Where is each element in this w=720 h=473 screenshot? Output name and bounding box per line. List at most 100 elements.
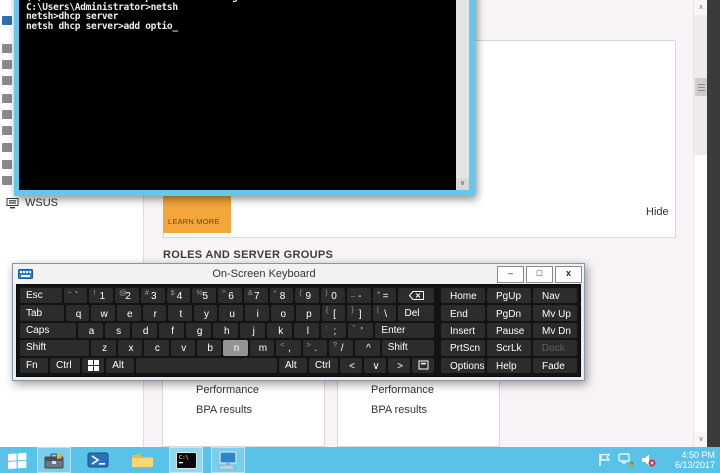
key-g[interactable]: g (186, 323, 211, 338)
key-[[interactable]: {[ (322, 305, 346, 320)
hide-link[interactable]: Hide (646, 206, 669, 218)
key-b[interactable]: b (197, 340, 221, 355)
scroll-down-icon[interactable]: ∨ (694, 432, 708, 447)
key-8[interactable]: *8 (270, 288, 294, 303)
volume-muted-icon[interactable] (641, 453, 656, 467)
sidebar-icon-sliver[interactable] (2, 110, 12, 119)
key-v[interactable]: v (171, 340, 195, 355)
network-warning-icon[interactable] (618, 453, 634, 467)
key-/[interactable]: ?/ (329, 340, 353, 355)
key-z[interactable]: z (91, 340, 115, 355)
key-Dock[interactable]: Dock (533, 340, 577, 355)
key-Alt[interactable]: Alt (279, 358, 307, 373)
command-prompt-window[interactable]: (c) 2013 Microsoft Corporation. All righ… (14, 0, 475, 196)
key-Mv Up[interactable]: Mv Up (533, 305, 577, 320)
key-u[interactable]: u (219, 305, 243, 320)
key-5[interactable]: %5 (192, 288, 216, 303)
start-button[interactable] (0, 447, 34, 473)
key-Nav[interactable]: Nav (533, 288, 577, 303)
key-i[interactable]: i (245, 305, 269, 320)
minimize-button[interactable]: – (497, 266, 524, 283)
card-row-performance[interactable]: Performance (196, 384, 259, 396)
server-manager-taskbar-icon[interactable] (37, 447, 71, 473)
key-,[interactable]: <, (276, 340, 300, 355)
key-r[interactable]: r (143, 305, 167, 320)
key-0[interactable]: )0 (321, 288, 345, 303)
key-Tab[interactable]: Tab (20, 305, 64, 320)
key-ScrLk[interactable]: ScrLk (487, 340, 531, 355)
key-t[interactable]: t (168, 305, 192, 320)
close-button[interactable]: x (555, 266, 582, 283)
key-PgDn[interactable]: PgDn (487, 305, 531, 320)
on-screen-keyboard-taskbar-icon[interactable] (211, 447, 245, 473)
server-manager-scrollbar[interactable]: ∧ ∨ (693, 0, 707, 447)
key-q[interactable]: q (66, 305, 90, 320)
key-=[interactable]: += (373, 288, 397, 303)
key-left-arrow[interactable]: < (340, 358, 362, 373)
key-Shift[interactable]: Shift (20, 340, 89, 355)
on-screen-keyboard-window[interactable]: On-Screen Keyboard – □ x Esc~`!1@2#3$4%5… (12, 263, 585, 381)
key-Mv Dn[interactable]: Mv Dn (533, 323, 577, 338)
powershell-taskbar-icon[interactable] (81, 447, 115, 473)
key-d[interactable]: d (132, 323, 157, 338)
key-Ctrl[interactable]: Ctrl (50, 358, 80, 373)
key-7[interactable]: &7 (244, 288, 268, 303)
key-Enter[interactable]: Enter (375, 323, 434, 338)
sidebar-icon-sliver[interactable] (2, 176, 12, 185)
key-Fn[interactable]: Fn (20, 358, 48, 373)
sidebar-icon-sliver[interactable] (2, 160, 12, 169)
key-up-arrow[interactable]: ^ (355, 340, 379, 355)
scroll-up-icon[interactable]: ∧ (694, 0, 708, 15)
key-space[interactable] (136, 358, 277, 373)
key--[interactable]: _- (347, 288, 371, 303)
key-9[interactable]: (9 (295, 288, 319, 303)
key-Alt[interactable]: Alt (106, 358, 134, 373)
key-`[interactable]: ~` (64, 288, 88, 303)
key-j[interactable]: j (240, 323, 265, 338)
sidebar-icon-sliver[interactable] (2, 44, 12, 53)
key-][interactable]: }] (347, 305, 371, 320)
sidebar-icon-sliver[interactable] (2, 60, 12, 69)
key-a[interactable]: a (78, 323, 103, 338)
key-Pause[interactable]: Pause (487, 323, 531, 338)
key-Help[interactable]: Help (487, 358, 531, 373)
key-End[interactable]: End (441, 305, 485, 320)
key-right-arrow[interactable]: > (388, 358, 410, 373)
sidebar-icon-sliver[interactable] (2, 16, 12, 25)
terminal-scroll-down-icon[interactable]: ∨ (456, 178, 469, 190)
key-f[interactable]: f (159, 323, 184, 338)
maximize-button[interactable]: □ (526, 266, 553, 283)
key-Shift[interactable]: Shift (382, 340, 434, 355)
key-backspace[interactable] (398, 288, 434, 303)
key-p[interactable]: p (296, 305, 320, 320)
key-o[interactable]: o (271, 305, 295, 320)
card-row-bpa-results[interactable]: BPA results (196, 404, 252, 416)
key-h[interactable]: h (213, 323, 238, 338)
key-Caps[interactable]: Caps (20, 323, 76, 338)
key-m[interactable]: m (250, 340, 274, 355)
key-2[interactable]: @2 (115, 288, 139, 303)
sidebar-icon-sliver[interactable] (2, 76, 12, 85)
key-Fade[interactable]: Fade (533, 358, 577, 373)
key-1[interactable]: !1 (89, 288, 113, 303)
key-Esc[interactable]: Esc (20, 288, 62, 303)
taskbar-clock[interactable]: 4:50 PM 6/13/2017 (663, 450, 715, 470)
key-n[interactable]: n (223, 340, 247, 355)
terminal-scrollbar[interactable]: ∨ (456, 0, 469, 190)
sidebar-item-wsus[interactable]: WSUS (6, 197, 58, 209)
card-row-performance[interactable]: Performance (371, 384, 434, 396)
key-y[interactable]: y (194, 305, 218, 320)
key-6[interactable]: ^6 (218, 288, 242, 303)
key-PgUp[interactable]: PgUp (487, 288, 531, 303)
card-row-bpa-results[interactable]: BPA results (371, 404, 427, 416)
key-e[interactable]: e (117, 305, 141, 320)
sidebar-icon-sliver[interactable] (2, 143, 12, 152)
key-\[interactable]: |\ (373, 305, 397, 320)
key-Insert[interactable]: Insert (441, 323, 485, 338)
key-.[interactable]: >. (303, 340, 327, 355)
file-explorer-taskbar-icon[interactable] (125, 447, 159, 473)
command-prompt-taskbar-icon[interactable]: C:\ (169, 447, 203, 473)
key-k[interactable]: k (267, 323, 292, 338)
key-3[interactable]: #3 (141, 288, 165, 303)
key-'[interactable]: "' (348, 323, 373, 338)
